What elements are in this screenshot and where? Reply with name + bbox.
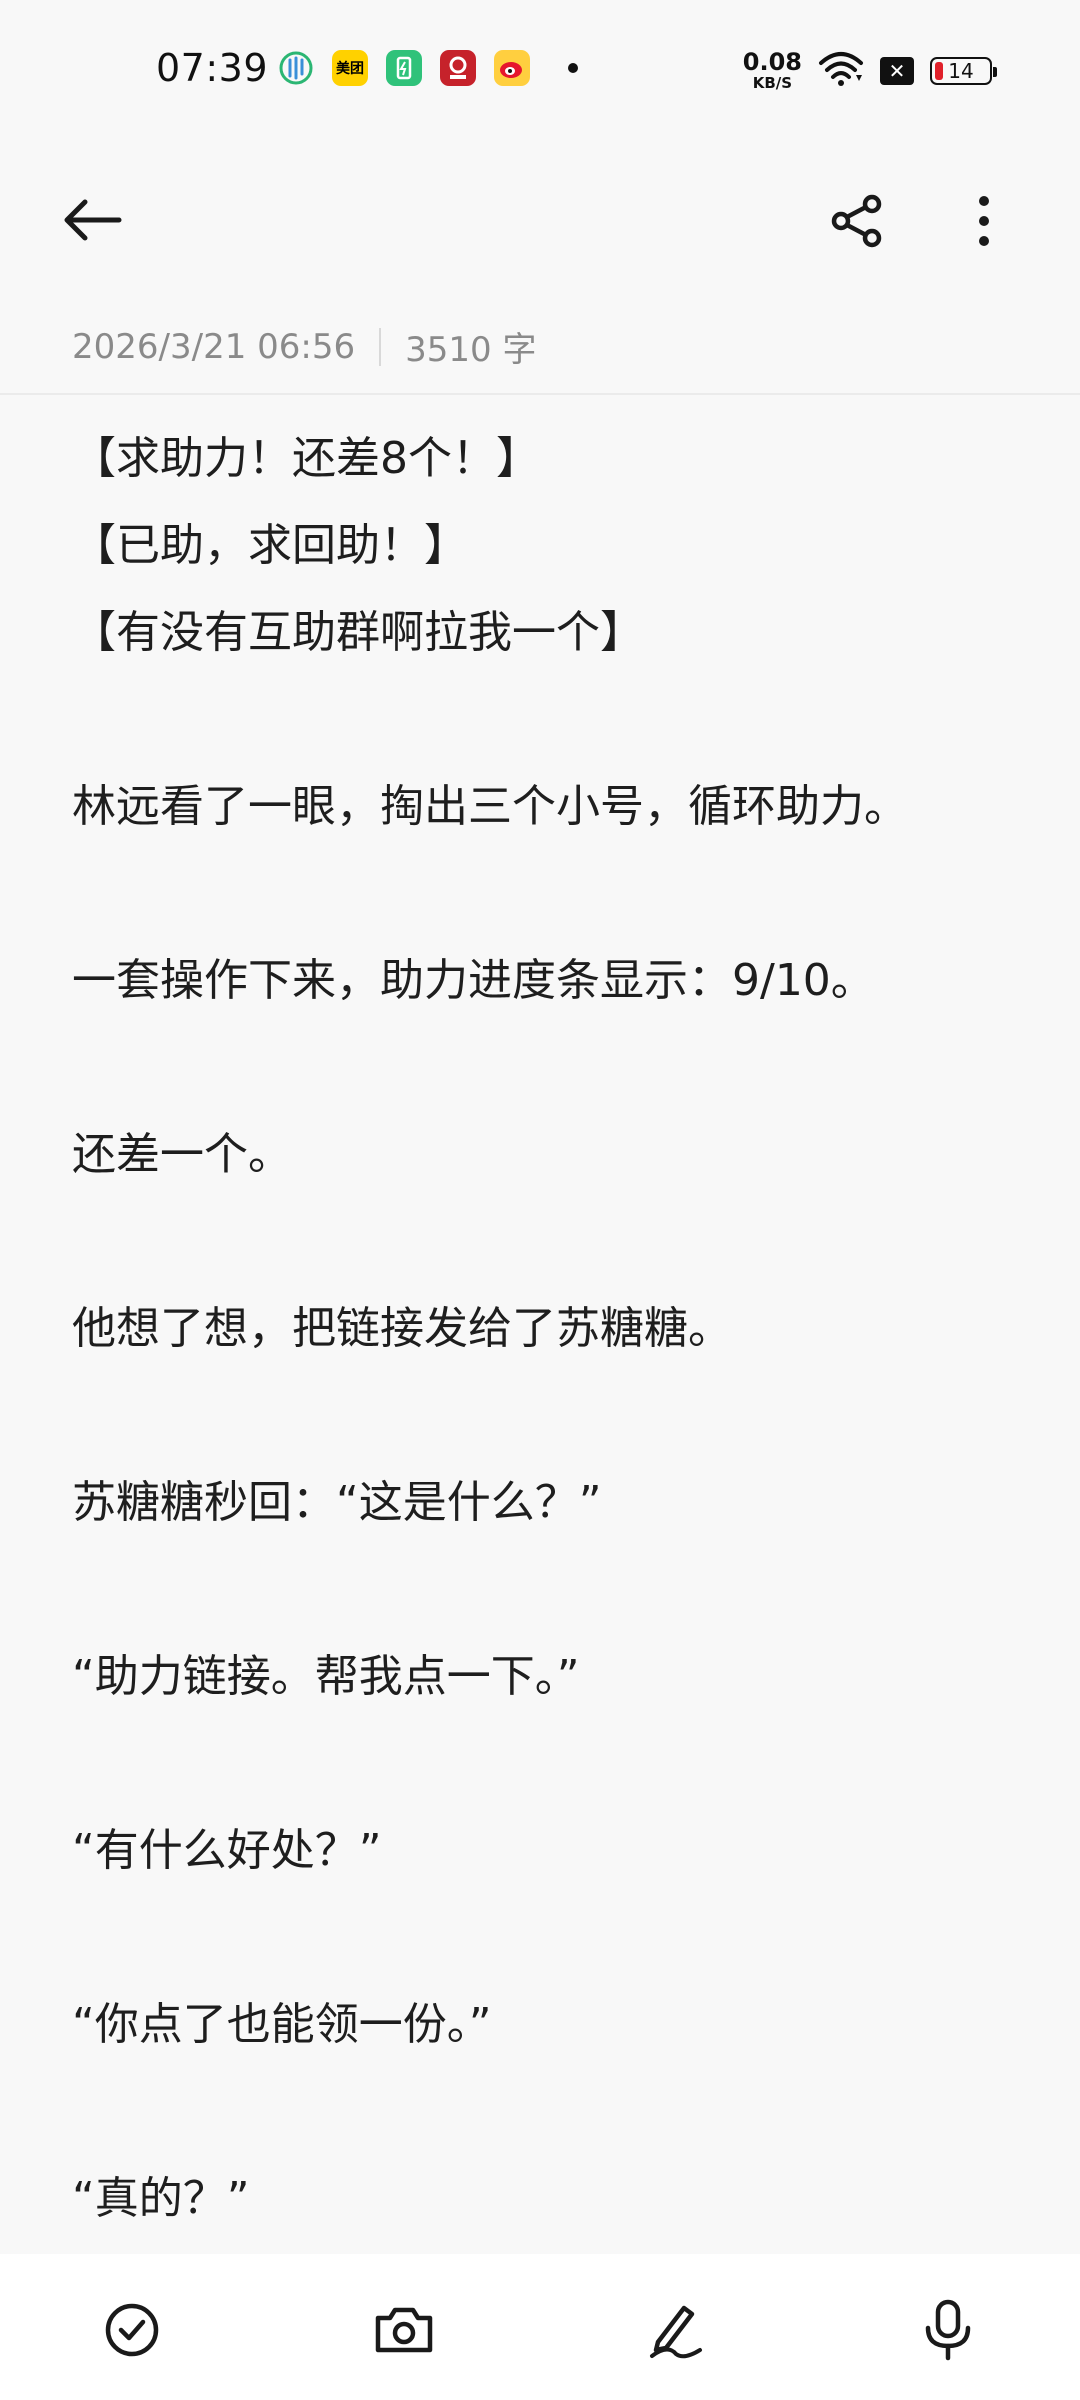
note-content[interactable]: 【求助力！还差8个！】 【已助，求回助！】 【有没有互助群啊拉我一个】 林远看了… (72, 415, 1012, 2250)
meituan-app-icon: 美团 (332, 50, 368, 86)
checklist-button[interactable] (96, 2294, 168, 2366)
note-line: 【求助力！还差8个！】 (72, 433, 540, 484)
note-line: “真的？” (72, 2173, 250, 2224)
check-circle-icon (105, 2303, 159, 2357)
note-line: “有什么好处？” (72, 1825, 382, 1876)
weibo-app-icon (494, 50, 530, 86)
battery-app-icon (386, 50, 422, 86)
note-line (72, 1024, 1012, 1111)
note-line: 还差一个。 (72, 1129, 292, 1180)
bottom-toolbar (0, 2254, 1080, 2400)
note-meta: 2026/3/21 06:56 3510 字 (72, 322, 536, 371)
note-line (72, 1198, 1012, 1285)
wifi-icon (818, 51, 864, 91)
notification-icons: 美团 (278, 50, 578, 86)
note-line (72, 1894, 1012, 1981)
battery-fill (935, 61, 944, 80)
more-notifications-dot (568, 63, 578, 73)
status-bar: 07:39 美团 0.08 KB/S ✕ 14 (0, 0, 1080, 140)
meta-separator (379, 327, 382, 366)
handwriting-button[interactable] (640, 2294, 712, 2366)
top-toolbar (0, 170, 1080, 270)
note-line (72, 676, 1012, 763)
camera-button[interactable] (368, 2294, 440, 2366)
no-sim-icon: ✕ (880, 56, 914, 85)
net-speed-value: 0.08 (742, 48, 802, 76)
battery-icon: 14 (930, 56, 997, 85)
share-icon (831, 194, 882, 248)
note-line: 林远看了一眼，掏出三个小号，循环助力。 (72, 781, 908, 832)
camera-icon (375, 2307, 433, 2353)
note-line (72, 1720, 1012, 1807)
voice-input-button[interactable] (912, 2294, 984, 2366)
note-line (72, 850, 1012, 937)
status-time: 07:39 (156, 46, 269, 90)
note-line (72, 1372, 1012, 1459)
microphone-icon (925, 2299, 971, 2361)
note-line: 【已助，求回助！】 (72, 520, 468, 571)
note-date: 2026/3/21 06:56 (72, 326, 356, 367)
back-arrow-icon (64, 199, 122, 241)
meta-divider (0, 393, 1080, 395)
note-line: 一套操作下来，助力进度条显示：9/10。 (72, 955, 875, 1006)
note-word-count: 3510 字 (405, 330, 537, 370)
leaf-app-icon (278, 50, 314, 86)
note-line (72, 1546, 1012, 1633)
note-line (72, 2068, 1012, 2155)
note-line: “你点了也能领一份。” (72, 1999, 492, 2050)
net-speed-unit: KB/S (752, 74, 793, 92)
meituan-label: 美团 (336, 61, 364, 77)
battery-level: 14 (948, 58, 974, 83)
status-right: 0.08 KB/S ✕ 14 (743, 50, 997, 91)
red-app-icon (440, 50, 476, 86)
note-line: 他想了想，把链接发给了苏糖糖。 (72, 1303, 732, 1354)
pen-icon (650, 2305, 702, 2359)
note-line: “助力链接。帮我点一下。” (72, 1651, 580, 1702)
note-line: 【有没有互助群啊拉我一个】 (72, 607, 644, 658)
more-vertical-icon (979, 196, 989, 246)
share-button[interactable] (826, 190, 888, 252)
more-options-button[interactable] (954, 190, 1014, 252)
back-button[interactable] (58, 192, 128, 248)
note-line: 苏糖糖秒回：“这是什么？” (72, 1477, 602, 1528)
network-speed: 0.08 KB/S (743, 50, 802, 91)
